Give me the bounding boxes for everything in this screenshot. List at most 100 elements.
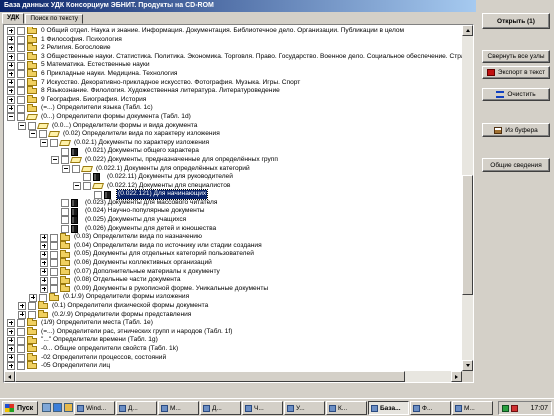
tree-row[interactable]: 1 Философия. Психология: [4, 34, 462, 45]
info-button[interactable]: Общие сведения: [482, 158, 550, 172]
node-checkbox[interactable]: [17, 345, 25, 354]
tree-row[interactable]: (0.022.1) Документы для определённых кат…: [4, 165, 462, 174]
plus-box-icon[interactable]: [7, 328, 15, 337]
plus-box-icon[interactable]: [7, 53, 15, 62]
plus-box-icon[interactable]: [7, 61, 15, 70]
node-checkbox[interactable]: [17, 328, 25, 337]
tree-row[interactable]: 3 Общественные науки. Статистика. Полити…: [4, 52, 462, 62]
node-label[interactable]: -0... Общие определители свойств (Табл. …: [40, 345, 179, 354]
node-checkbox[interactable]: [17, 113, 25, 122]
minus-box-icon[interactable]: [18, 121, 26, 130]
plus-box-icon[interactable]: [29, 293, 37, 302]
node-checkbox[interactable]: [17, 27, 25, 36]
plus-box-icon[interactable]: [7, 27, 15, 36]
node-checkbox[interactable]: [50, 139, 58, 148]
taskbar-item[interactable]: Д...: [116, 401, 157, 415]
plus-box-icon[interactable]: [40, 250, 48, 259]
tree-row[interactable]: (0.02.1) Документы по характеру изложени…: [4, 139, 462, 148]
node-label-selected[interactable]: (0.022.121) Для начинающих: [115, 189, 209, 200]
plus-box-icon[interactable]: [18, 310, 26, 319]
scroll-up-arrow-icon[interactable]: [462, 25, 473, 36]
classification-tree[interactable]: 0 Общий отдел. Наука и знание. Информаци…: [3, 24, 474, 383]
tree-row[interactable]: (0.03) Определители вида по назначению: [4, 232, 462, 242]
node-checkbox[interactable]: [17, 96, 25, 105]
plus-box-icon[interactable]: [7, 319, 15, 328]
plus-box-icon[interactable]: [40, 285, 48, 294]
tree-row[interactable]: (0.022.12) Документы для специалистов: [4, 182, 462, 191]
node-checkbox[interactable]: [50, 267, 58, 276]
horizontal-scroll-thumb[interactable]: [15, 371, 405, 382]
quicklaunch-desktop-icon[interactable]: [42, 403, 51, 412]
clear-button[interactable]: Очистить: [482, 88, 550, 101]
taskbar-item[interactable]: М...: [158, 401, 199, 415]
minus-box-icon[interactable]: [62, 164, 70, 173]
tree-row[interactable]: (0.09) Документы в рукописной форме. Уни…: [4, 284, 462, 294]
node-label[interactable]: (0.024) Научно-популярные документы: [84, 207, 206, 216]
node-checkbox[interactable]: [94, 190, 102, 199]
tree-row[interactable]: -05 Определители лиц: [4, 361, 462, 371]
quicklaunch-browser-icon[interactable]: [53, 403, 62, 412]
tree-row[interactable]: -02 Определители процессов, состояний: [4, 352, 462, 363]
plus-box-icon[interactable]: [7, 78, 15, 87]
node-label[interactable]: (0.023) Документы для массового читателя: [84, 199, 218, 208]
plus-box-icon[interactable]: [7, 70, 15, 79]
plus-box-icon[interactable]: [7, 345, 15, 354]
minus-box-icon[interactable]: [40, 139, 48, 148]
horizontal-scrollbar[interactable]: [4, 371, 462, 382]
node-label[interactable]: (1/9) Определители места (Табл. 1e): [40, 319, 154, 328]
node-checkbox[interactable]: [17, 87, 25, 96]
node-label[interactable]: "..." Определители времени (Табл. 1g): [40, 336, 159, 345]
plus-box-icon[interactable]: [7, 44, 15, 53]
tree-row[interactable]: (0.023) Документы для массового читателя: [4, 199, 462, 208]
quicklaunch-explorer-icon[interactable]: [64, 403, 73, 412]
tree-row[interactable]: (0.022.11) Документы для руководителей: [4, 173, 462, 182]
node-label[interactable]: -02 Определители процессов, состояний: [40, 354, 167, 363]
vertical-scrollbar[interactable]: [462, 25, 473, 371]
tree-row[interactable]: (0.025) Документы для учащихся: [4, 216, 462, 225]
node-checkbox[interactable]: [61, 147, 69, 156]
tree-row-selected[interactable]: (0.022.121) Для начинающих: [4, 189, 462, 200]
tree-row[interactable]: 8 Языкознание. Филология. Художественная…: [4, 86, 462, 96]
tree-row[interactable]: (0...) Определители формы документа (Таб…: [4, 113, 462, 122]
node-label[interactable]: (0.025) Документы для учащихся: [84, 216, 187, 225]
node-checkbox[interactable]: [61, 156, 69, 165]
node-label[interactable]: (0.07) Дополнительные материалы к докуме…: [73, 268, 221, 277]
plus-box-icon[interactable]: [7, 353, 15, 362]
minus-box-icon[interactable]: [7, 113, 15, 122]
taskbar-item[interactable]: Ч...: [242, 401, 283, 415]
node-label[interactable]: (0.022.11) Документы для руководителей: [106, 173, 234, 182]
node-checkbox[interactable]: [39, 130, 47, 139]
node-checkbox[interactable]: [83, 173, 91, 182]
node-label[interactable]: (=...) Определители языка (Табл. 1c): [40, 104, 154, 113]
node-label[interactable]: -05 Определители лиц: [40, 362, 111, 371]
node-label[interactable]: (0.0...) Определители формы и вида докум…: [51, 122, 198, 131]
tab-udc[interactable]: УДК: [2, 13, 25, 24]
scroll-right-arrow-icon[interactable]: [451, 371, 462, 382]
node-checkbox[interactable]: [72, 164, 80, 173]
plus-box-icon[interactable]: [7, 35, 15, 44]
tree-row[interactable]: (0.1/.9) Определители формы изложения: [4, 292, 462, 302]
tree-row[interactable]: (0.021) Документы общего характера: [4, 147, 462, 156]
node-label[interactable]: (0.03) Определители вида по назначению: [73, 233, 203, 242]
node-label[interactable]: (0.09) Документы в рукописной форме. Уни…: [73, 285, 269, 294]
node-checkbox[interactable]: [50, 233, 58, 242]
plus-box-icon[interactable]: [7, 362, 15, 371]
taskbar-item[interactable]: У...: [284, 401, 325, 415]
tree-row[interactable]: (0.022) Документы, предназначенные для о…: [4, 156, 462, 165]
node-label[interactable]: (0.02) Определители вида по характеру из…: [62, 130, 221, 139]
node-checkbox[interactable]: [61, 216, 69, 225]
node-label[interactable]: 2 Религия. Богословие: [40, 44, 112, 53]
tree-row[interactable]: (0.2/.9) Определители формы представлени…: [4, 309, 462, 320]
node-label[interactable]: 6 Прикладные науки. Медицина. Технология: [40, 70, 179, 79]
tree-row[interactable]: (0.024) Научно-популярные документы: [4, 207, 462, 216]
tree-row[interactable]: 0 Общий отдел. Наука и знание. Информаци…: [4, 27, 462, 36]
node-checkbox[interactable]: [17, 353, 25, 362]
node-checkbox[interactable]: [17, 61, 25, 70]
tree-row[interactable]: (0.05) Документы для отдельных категорий…: [4, 249, 462, 259]
plus-box-icon[interactable]: [40, 242, 48, 251]
tree-row[interactable]: (0.08) Отдельные части документа: [4, 275, 462, 285]
taskbar-item[interactable]: К...: [326, 401, 367, 415]
paste-button[interactable]: Из буфера: [482, 123, 550, 137]
tree-row[interactable]: 7 Искусство. Декоративно-прикладное иску…: [4, 77, 462, 88]
tree-row[interactable]: "..." Определители времени (Табл. 1g): [4, 335, 462, 345]
